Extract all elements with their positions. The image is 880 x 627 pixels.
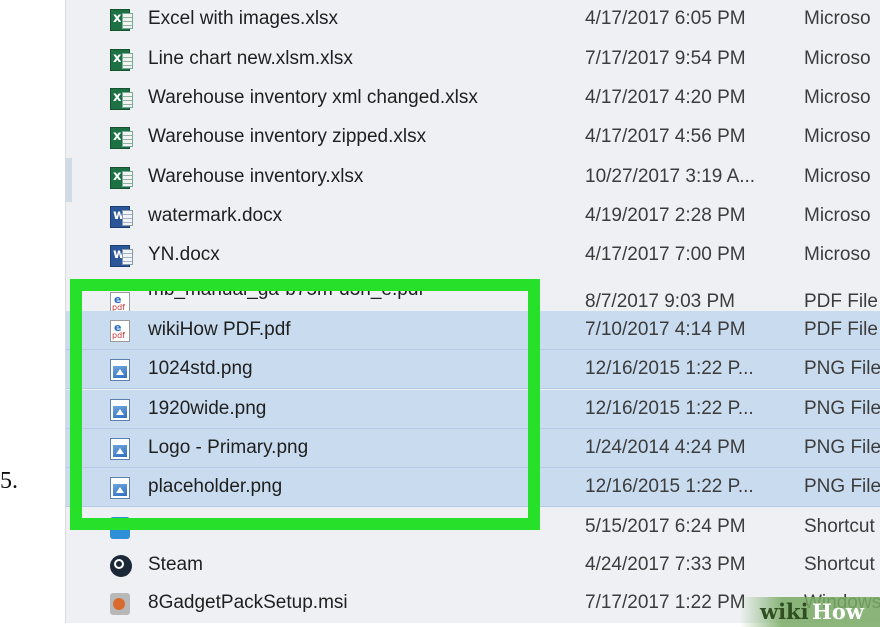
word-icon: w	[110, 245, 133, 267]
file-date-modified: 10/27/2017 3:19 A...	[585, 166, 756, 187]
file-name: 1024std.png	[148, 358, 253, 379]
file-date-modified: 5/15/2017 6:24 PM	[585, 516, 746, 537]
file-type: Microso	[804, 126, 871, 147]
file-name: Warehouse inventory zipped.xlsx	[148, 126, 427, 147]
file-row[interactable]: Logo - Primary.png 1/24/2014 4:24 PM PNG F…	[66, 429, 880, 468]
watermark-wiki: wiki	[760, 599, 809, 624]
steam-icon	[110, 555, 132, 577]
image-icon	[110, 477, 130, 499]
file-date-modified: 8/7/2017 9:03 PM	[585, 291, 735, 312]
file-type: Microso	[804, 166, 871, 187]
file-name: mb_manual_ga-b75m-d3h_e.pdf	[148, 279, 424, 300]
file-name: Line chart new.xlsm.xlsx	[148, 48, 353, 69]
file-name: Steam	[148, 554, 203, 575]
file-row[interactable]: x Warehouse inventory.xlsx 10/27/2017 3:19…	[66, 158, 880, 197]
file-type: PDF File	[804, 291, 878, 312]
installer-icon	[110, 593, 130, 615]
file-row[interactable]: 1920wide.png 12/16/2015 1:22 P... PNG File	[66, 390, 880, 429]
file-name: Warehouse inventory xml changed.xlsx	[148, 87, 478, 108]
file-name: placeholder.png	[148, 476, 283, 497]
file-name: 1920wide.png	[148, 398, 267, 419]
row-divider	[66, 388, 880, 389]
file-type: Microso	[804, 48, 871, 69]
file-type: PDF File	[804, 319, 878, 340]
file-date-modified: 4/17/2017 7:00 PM	[585, 244, 746, 265]
excel-icon: x	[110, 127, 133, 149]
file-row[interactable]: e pdf wikiHow PDF.pdf 7/10/2017 4:14 PM PDF …	[66, 311, 880, 350]
file-name: 8GadgetPackSetup.msi	[148, 592, 348, 613]
image-icon	[110, 399, 130, 421]
image-icon	[110, 359, 130, 381]
file-date-modified: 7/10/2017 4:14 PM	[585, 319, 746, 340]
excel-icon: x	[110, 167, 133, 189]
file-name: Excel with images.xlsx	[148, 8, 339, 29]
file-type: PNG File	[804, 358, 880, 379]
file-row[interactable]: 5/15/2017 6:24 PM Shortcut	[66, 508, 880, 547]
file-type: Shortcut	[804, 554, 875, 575]
file-type: Microso	[804, 244, 871, 265]
file-name: YN.docx	[148, 244, 220, 265]
file-type: Microso	[804, 87, 871, 108]
image-icon	[110, 438, 130, 460]
file-row[interactable]: 1024std.png 12/16/2015 1:22 P... PNG File	[66, 350, 880, 389]
file-date-modified: 4/19/2017 2:28 PM	[585, 205, 746, 226]
file-name: watermark.docx	[148, 205, 283, 226]
file-name: wikiHow PDF.pdf	[148, 319, 291, 340]
shortcut-icon	[110, 517, 130, 539]
step-number: 5.	[0, 468, 18, 494]
file-date-modified: 12/16/2015 1:22 P...	[585, 476, 754, 497]
file-row[interactable]: w YN.docx 4/17/2017 7:00 PM Microso	[66, 236, 880, 275]
file-row[interactable]: placeholder.png 12/16/2015 1:22 P... PNG F…	[66, 468, 880, 507]
file-date-modified: 12/16/2015 1:22 P...	[585, 398, 754, 419]
file-row[interactable]: w watermark.docx 4/19/2017 2:28 PM Microso	[66, 197, 880, 236]
file-type: Microso	[804, 205, 871, 226]
excel-icon: x	[110, 49, 133, 71]
excel-icon: x	[110, 88, 133, 110]
file-date-modified: 12/16/2015 1:22 P...	[585, 358, 754, 379]
word-icon: w	[110, 206, 133, 228]
pdf-icon: e pdf	[110, 320, 130, 342]
file-type: Microso	[804, 8, 871, 29]
file-name: Warehouse inventory.xlsx	[148, 166, 364, 187]
file-type: PNG File	[804, 398, 880, 419]
row-divider	[66, 506, 880, 507]
file-type: PNG File	[804, 437, 880, 458]
file-row[interactable]: x Warehouse inventory xml changed.xlsx 4/1…	[66, 79, 880, 118]
excel-icon: x	[110, 9, 133, 31]
file-row[interactable]: Steam 4/24/2017 7:33 PM Shortcut	[66, 546, 880, 585]
file-name: Logo - Primary.png	[148, 437, 309, 458]
file-date-modified: 7/17/2017 9:54 PM	[585, 48, 746, 69]
file-type: PNG File	[804, 476, 880, 497]
file-row[interactable]: x Excel with images.xlsx 4/17/2017 6:05 PM…	[66, 0, 880, 39]
file-date-modified: 1/24/2014 4:24 PM	[585, 437, 746, 458]
file-date-modified: 4/17/2017 4:20 PM	[585, 87, 746, 108]
file-date-modified: 4/24/2017 7:33 PM	[585, 554, 746, 575]
file-date-modified: 7/17/2017 1:22 PM	[585, 592, 746, 613]
watermark-how: How	[812, 599, 864, 624]
file-type: Shortcut	[804, 516, 875, 537]
file-date-modified: 4/17/2017 4:56 PM	[585, 126, 746, 147]
file-row[interactable]: x Line chart new.xlsm.xlsx 7/17/2017 9:54 …	[66, 40, 880, 79]
file-date-modified: 4/17/2017 6:05 PM	[585, 8, 746, 29]
file-row[interactable]: x Warehouse inventory zipped.xlsx 4/17/201…	[66, 118, 880, 157]
file-explorer-list: x Excel with images.xlsx 4/17/2017 6:05 PM…	[65, 0, 880, 623]
